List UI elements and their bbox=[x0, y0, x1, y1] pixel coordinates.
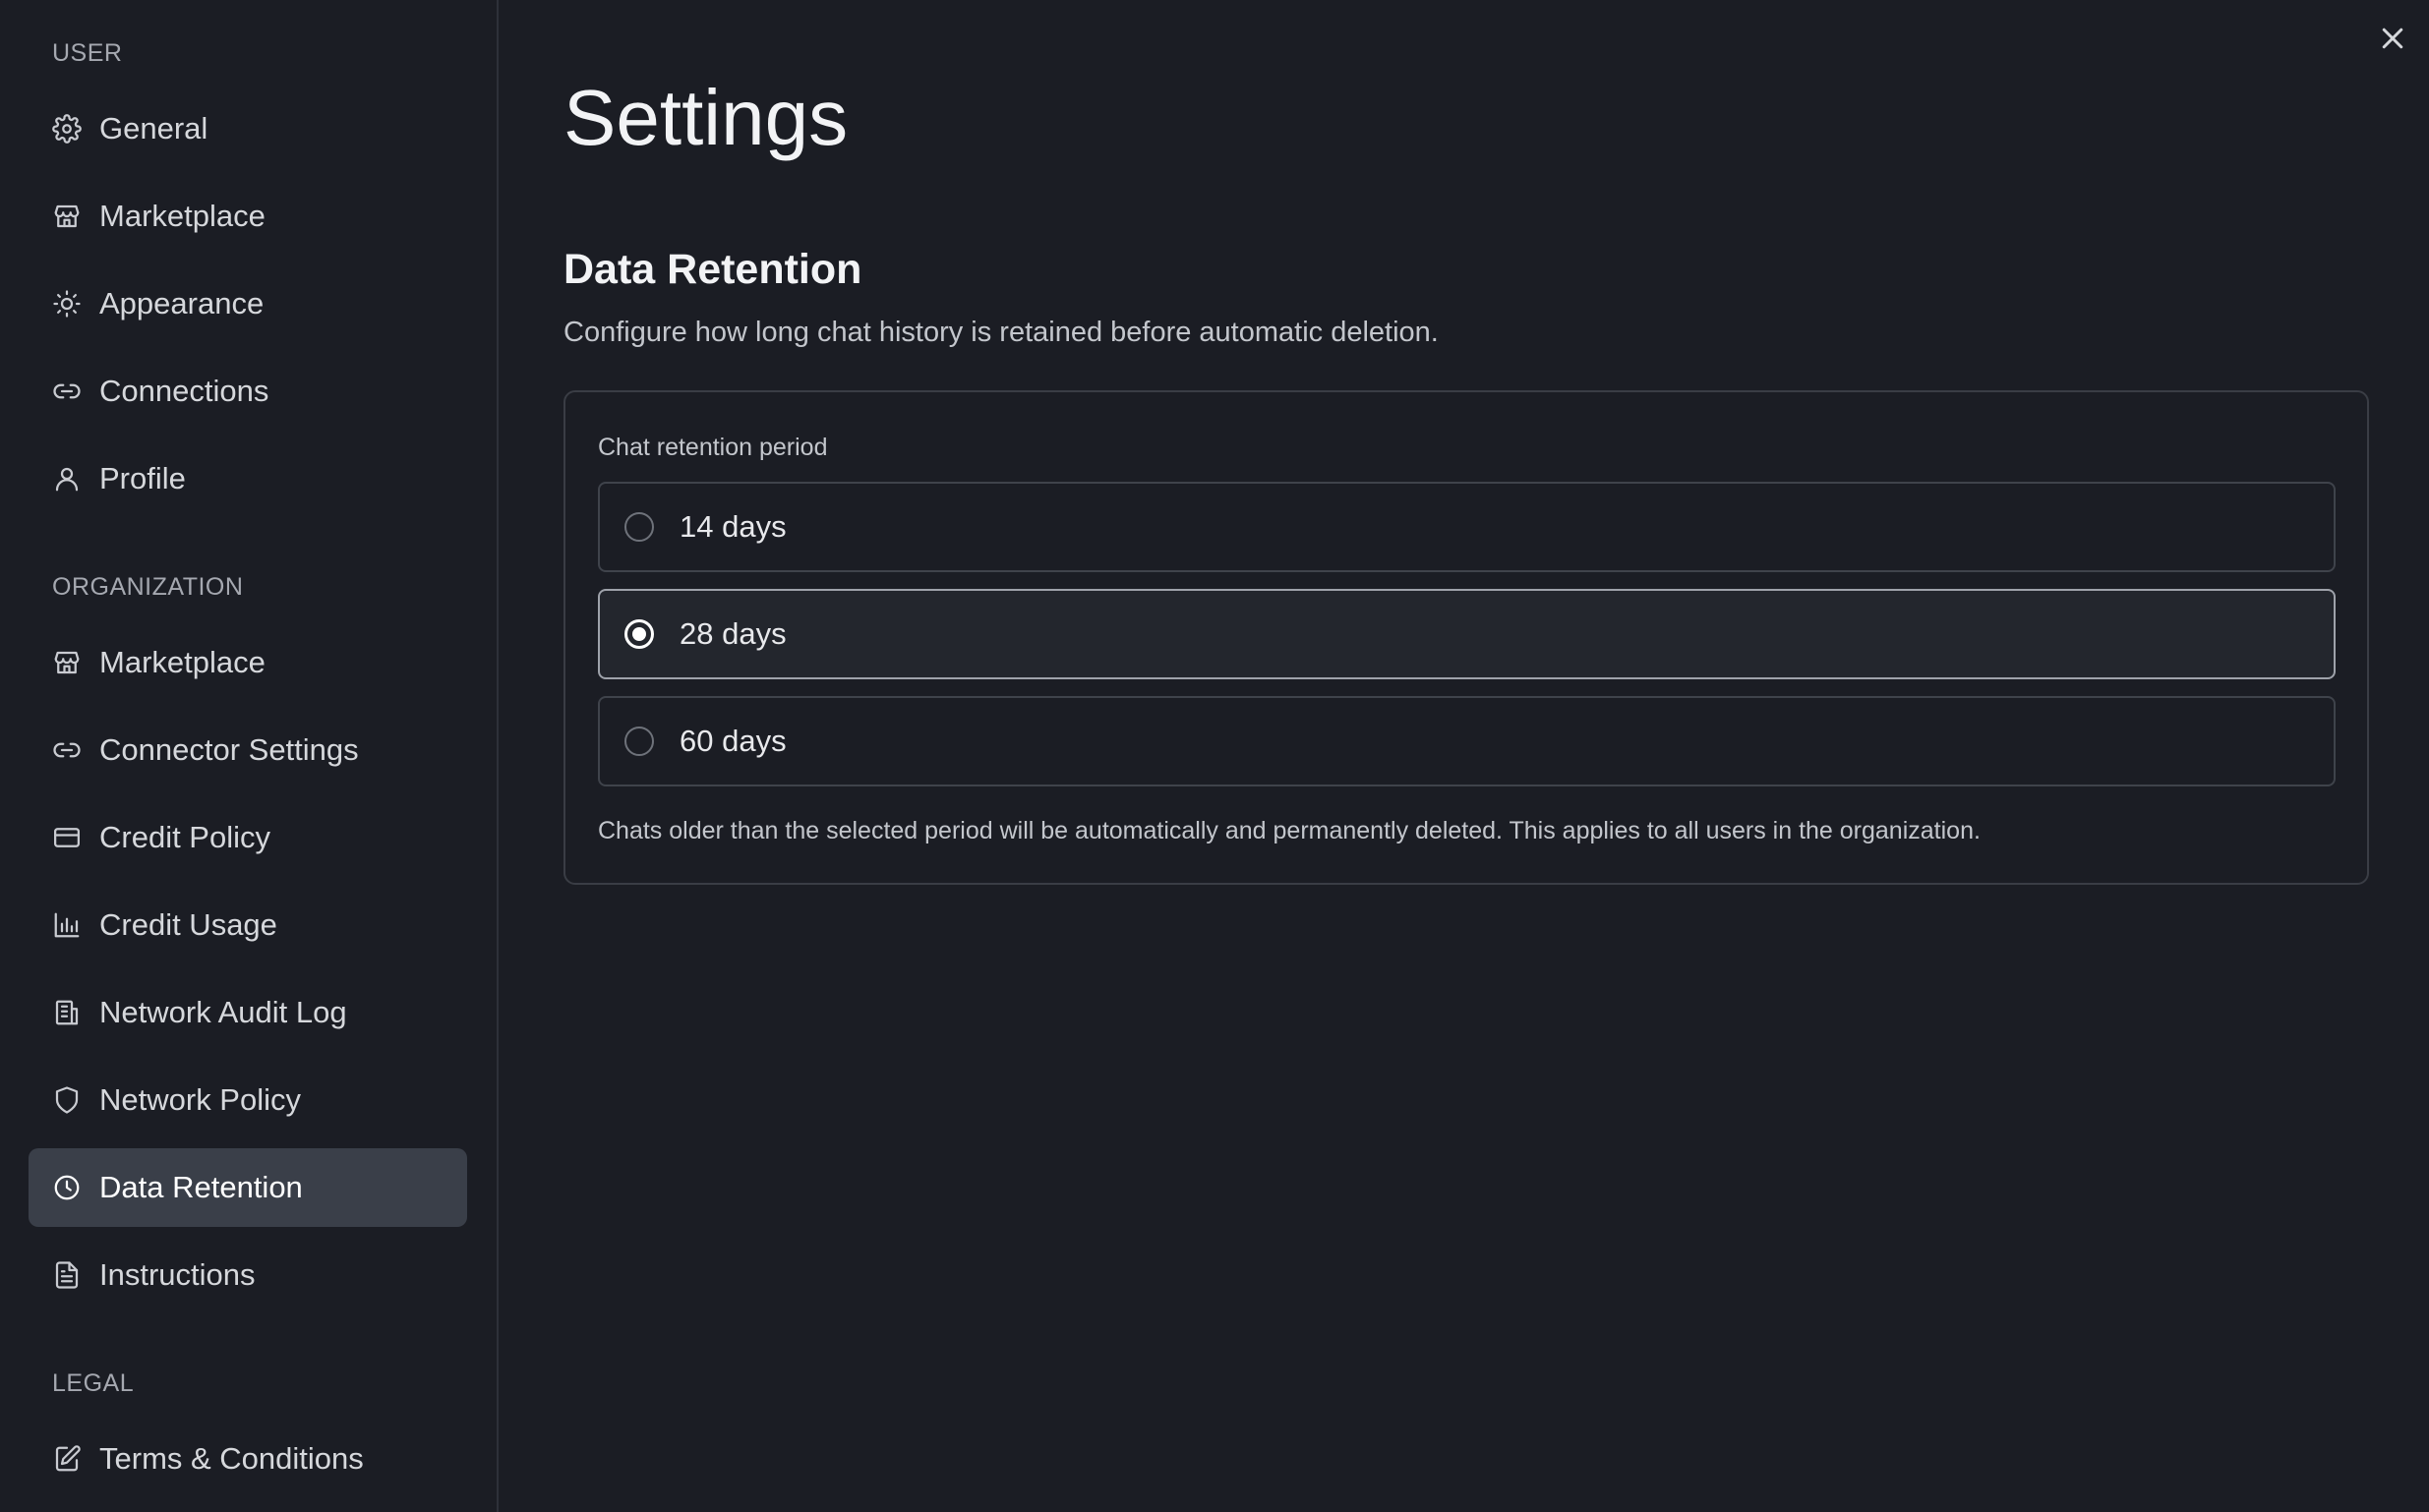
sidebar-item-connections[interactable]: Connections bbox=[29, 352, 467, 431]
sidebar-item-label: Credit Usage bbox=[99, 907, 277, 942]
building-icon bbox=[52, 998, 82, 1027]
sidebar-item-connector-settings[interactable]: Connector Settings bbox=[29, 711, 467, 789]
user-icon bbox=[52, 464, 82, 494]
sidebar-item-appearance[interactable]: Appearance bbox=[29, 264, 467, 343]
sidebar-item-label: General bbox=[99, 111, 208, 145]
help-text: Chats older than the selected period wil… bbox=[598, 817, 1981, 844]
sidebar-item-label: Data Retention bbox=[99, 1170, 303, 1204]
section-description: Configure how long chat history is retai… bbox=[563, 317, 1439, 348]
close-icon bbox=[2382, 28, 2403, 49]
sidebar-item-label: Connector Settings bbox=[99, 732, 359, 767]
sidebar-item-profile[interactable]: Profile bbox=[29, 439, 467, 518]
sun-icon bbox=[52, 289, 82, 319]
radio-button[interactable] bbox=[624, 512, 654, 542]
link-icon bbox=[52, 377, 82, 406]
clock-icon bbox=[52, 1173, 82, 1202]
sidebar-item-network-audit-log[interactable]: Network Audit Log bbox=[29, 973, 467, 1052]
sidebar-item-label: Network Policy bbox=[99, 1082, 301, 1117]
field-label: Chat retention period bbox=[598, 434, 828, 461]
settings-sidebar: USER General Marketplace Appearance Conn… bbox=[0, 0, 499, 1512]
sidebar-item-label: Marketplace bbox=[99, 199, 266, 233]
section-title: Data Retention bbox=[563, 246, 862, 293]
close-button[interactable] bbox=[2378, 24, 2407, 53]
sidebar-item-terms-conditions[interactable]: Terms & Conditions bbox=[29, 1420, 467, 1498]
option-label: 14 days bbox=[680, 509, 787, 544]
retention-option-60-days[interactable]: 60 days bbox=[598, 696, 2336, 786]
option-label: 60 days bbox=[680, 724, 787, 758]
gear-icon bbox=[52, 114, 82, 144]
radio-button[interactable] bbox=[624, 619, 654, 649]
shield-icon bbox=[52, 1085, 82, 1115]
section-label-user: USER bbox=[52, 39, 123, 67]
sidebar-item-label: Appearance bbox=[99, 286, 265, 320]
section-label-organization: ORGANIZATION bbox=[52, 573, 244, 601]
retention-option-28-days[interactable]: 28 days bbox=[598, 589, 2336, 679]
sidebar-item-general[interactable]: General bbox=[29, 89, 467, 168]
document-icon bbox=[52, 1260, 82, 1290]
section-label-legal: LEGAL bbox=[52, 1369, 135, 1397]
retention-option-14-days[interactable]: 14 days bbox=[598, 482, 2336, 572]
sidebar-item-network-policy[interactable]: Network Policy bbox=[29, 1061, 467, 1139]
link-icon bbox=[52, 735, 82, 765]
radio-button[interactable] bbox=[624, 727, 654, 756]
page-title: Settings bbox=[563, 74, 849, 161]
sidebar-item-instructions[interactable]: Instructions bbox=[29, 1236, 467, 1314]
bar-chart-icon bbox=[52, 910, 82, 940]
sidebar-item-label: Terms & Conditions bbox=[99, 1441, 364, 1476]
store-icon bbox=[52, 202, 82, 231]
credit-card-icon bbox=[52, 823, 82, 852]
sidebar-item-label: Instructions bbox=[99, 1257, 256, 1292]
sidebar-item-label: Marketplace bbox=[99, 645, 266, 679]
retention-card: Chat retention period 14 days 28 days 60… bbox=[563, 390, 2369, 885]
sidebar-item-label: Credit Policy bbox=[99, 820, 270, 854]
edit-document-icon bbox=[52, 1444, 82, 1474]
option-label: 28 days bbox=[680, 616, 787, 651]
sidebar-item-label: Connections bbox=[99, 374, 269, 408]
sidebar-item-credit-policy[interactable]: Credit Policy bbox=[29, 798, 467, 877]
sidebar-item-marketplace-user[interactable]: Marketplace bbox=[29, 177, 467, 256]
store-icon bbox=[52, 648, 82, 677]
sidebar-item-credit-usage[interactable]: Credit Usage bbox=[29, 886, 467, 964]
sidebar-item-data-retention[interactable]: Data Retention bbox=[29, 1148, 467, 1227]
sidebar-item-marketplace-org[interactable]: Marketplace bbox=[29, 623, 467, 702]
sidebar-item-label: Network Audit Log bbox=[99, 995, 347, 1029]
sidebar-item-label: Profile bbox=[99, 461, 186, 495]
